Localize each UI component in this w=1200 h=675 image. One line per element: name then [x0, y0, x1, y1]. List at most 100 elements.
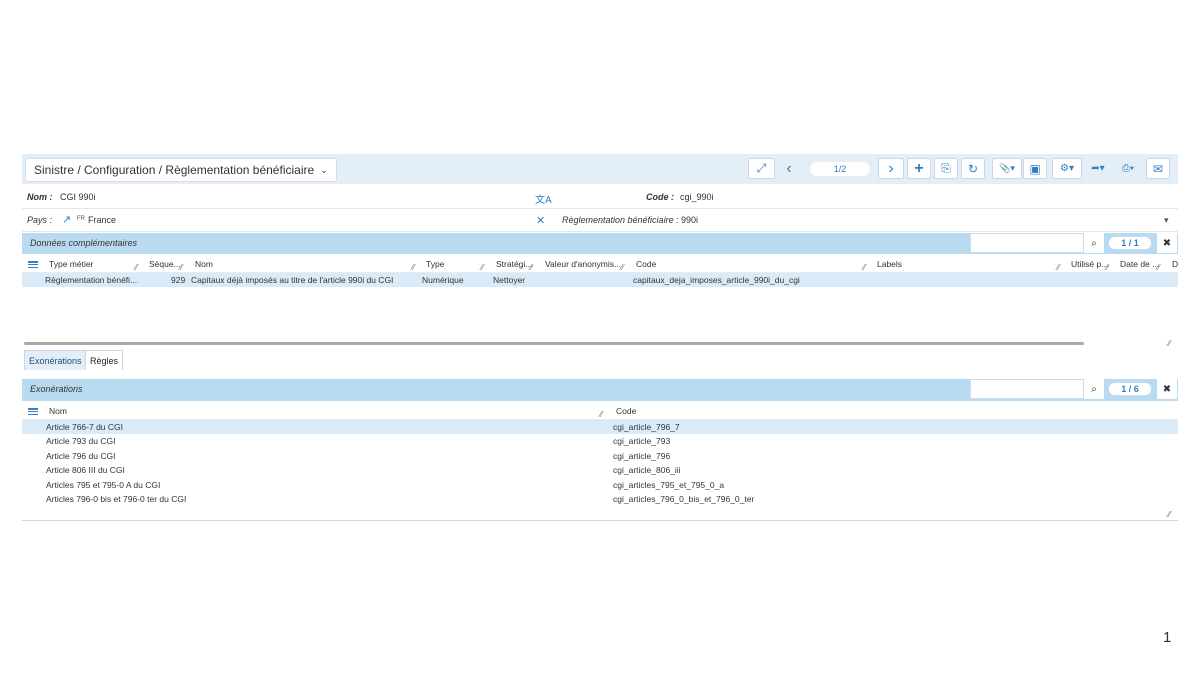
mail-button[interactable]: ✉ — [1146, 158, 1170, 179]
record-count: 1 / 1 — [1108, 236, 1152, 250]
cell-code: cgi_article_806_iii — [613, 465, 681, 475]
donnees-grid-header: Type métier ⁄⁄ Séque... ⁄⁄ Nom ⁄⁄ Type ⁄… — [22, 255, 1178, 273]
refresh-button[interactable]: ↻ — [961, 158, 985, 179]
close-button[interactable]: ✖ — [1157, 379, 1177, 399]
cell-nom: Article 796 du CGI — [46, 451, 116, 461]
cell-code: cgi_article_796 — [613, 451, 671, 461]
search-button[interactable]: ⌕ — [1084, 379, 1104, 399]
column-header[interactable]: Séque... — [149, 259, 181, 269]
pager-text: 1/2 — [833, 164, 847, 174]
plus-icon: + — [914, 159, 924, 177]
close-icon: ✖ — [1162, 383, 1172, 395]
next-button[interactable]: › — [878, 158, 904, 179]
record-count: 1 / 6 — [1108, 382, 1152, 396]
tab-exonerations[interactable]: Exonérations — [24, 350, 87, 370]
exonerations-grid-header: Nom ⁄⁄ Code — [22, 402, 1178, 420]
cell-sequence: 929 — [171, 275, 186, 285]
printer-icon: ⎙▾ — [1121, 163, 1135, 174]
resize-icon[interactable]: ⁄⁄ — [481, 263, 484, 272]
previous-button[interactable]: ‹ — [778, 158, 800, 179]
resize-icon[interactable]: ⁄⁄ — [412, 263, 415, 272]
column-header[interactable]: Nom — [49, 406, 67, 416]
list-item[interactable]: Article 796 du CGI cgi_article_796 — [22, 449, 1178, 463]
save-icon: ⎘ — [941, 161, 951, 175]
breadcrumb-text: Sinistre / Configuration / Règlementatio… — [34, 163, 315, 177]
resize-handle-icon[interactable]: ⁄⁄ — [1168, 510, 1171, 519]
resize-icon[interactable]: ⁄⁄ — [863, 263, 866, 272]
comment-button[interactable]: ▣ — [1023, 158, 1047, 179]
column-menu-icon[interactable] — [28, 261, 38, 268]
search-icon: ⌕ — [1091, 237, 1097, 249]
clear-icon[interactable]: ✕ — [536, 214, 545, 227]
list-item[interactable]: Articles 795 et 795-0 A du CGI cgi_artic… — [22, 478, 1178, 492]
column-header[interactable]: Labels — [877, 259, 902, 269]
column-header[interactable]: D — [1172, 259, 1178, 269]
nom-field[interactable]: CGI 990i — [60, 192, 96, 202]
search-input[interactable] — [970, 233, 1084, 253]
close-icon: ✖ — [1162, 237, 1172, 249]
column-header[interactable]: Date de ... — [1120, 259, 1159, 269]
resize-icon[interactable]: ⁄⁄ — [600, 410, 603, 419]
cell-nom: Article 793 du CGI — [46, 436, 116, 446]
search-button[interactable]: ⌕ — [1084, 233, 1104, 253]
column-header[interactable]: Stratégi... — [496, 259, 532, 269]
resize-icon[interactable]: ⁄⁄ — [180, 263, 183, 272]
tab-regles[interactable]: Règles — [85, 350, 124, 370]
list-item[interactable]: Article 806 III du CGI cgi_article_806_i… — [22, 463, 1178, 477]
tab-label: Exonérations — [29, 355, 82, 366]
translate-icon[interactable]: 文A — [535, 191, 552, 206]
attachment-button[interactable]: 📎▾ — [992, 158, 1022, 179]
cell-nom: Article 806 III du CGI — [46, 465, 125, 475]
close-button[interactable]: ✖ — [1157, 233, 1177, 253]
column-header[interactable]: Utilisé p... — [1071, 259, 1108, 269]
resize-icon[interactable]: ⁄⁄ — [135, 263, 138, 272]
column-header[interactable]: Valeur d'anonymis... — [545, 259, 621, 269]
refresh-icon: ↻ — [967, 161, 979, 176]
expand-button[interactable]: ⤢ — [748, 158, 775, 179]
resize-icon[interactable]: ⁄⁄ — [621, 263, 624, 272]
share-icon: ➦▾ — [1091, 163, 1105, 174]
cell-nom: Article 766-7 du CGI — [46, 422, 124, 432]
list-item[interactable]: Article 766-7 du CGI cgi_article_796_7 — [22, 420, 1178, 434]
reglementation-field[interactable]: 990i — [681, 215, 698, 225]
chevron-down-icon: ⌄ — [320, 164, 328, 175]
table-row[interactable]: Règlementation bénéfi... 929 Capitaux dé… — [22, 273, 1178, 287]
panel-bottom-border — [22, 520, 1178, 521]
pays-label: Pays : — [27, 215, 53, 225]
record-pager: 1/2 — [810, 162, 870, 176]
chevron-down-icon[interactable]: ▾ — [1164, 215, 1169, 226]
print-button[interactable]: ⎙▾ — [1114, 158, 1142, 179]
code-label: Code : — [646, 192, 674, 202]
expand-icon: ⤢ — [756, 161, 767, 175]
search-input[interactable] — [970, 379, 1084, 399]
column-header[interactable]: Code — [636, 259, 656, 269]
column-header[interactable]: Type métier — [49, 259, 93, 269]
exonerations-header: Exonérations ⌕ 1 / 6 ✖ — [22, 379, 1178, 401]
app-window: Sinistre / Configuration / Règlementatio… — [22, 154, 1178, 524]
resize-icon[interactable]: ⁄⁄ — [530, 263, 533, 272]
code-field[interactable]: cgi_990i — [680, 192, 714, 202]
column-header[interactable]: Type — [426, 259, 444, 269]
settings-button[interactable]: ⚙▾ — [1052, 158, 1082, 179]
column-menu-icon[interactable] — [28, 408, 38, 415]
breadcrumb[interactable]: Sinistre / Configuration / Règlementatio… — [25, 158, 337, 182]
panel-title: Données complémentaires — [30, 238, 138, 248]
external-link-icon[interactable]: ↗ — [62, 213, 71, 226]
save-button[interactable]: ⎘ — [934, 158, 958, 179]
horizontal-scrollbar[interactable] — [24, 342, 1084, 345]
mail-icon: ✉ — [1152, 161, 1164, 176]
resize-icon[interactable]: ⁄⁄ — [1057, 263, 1060, 272]
list-item[interactable]: Article 793 du CGI cgi_article_793 — [22, 434, 1178, 448]
chevron-right-icon: › — [888, 159, 894, 177]
pays-field[interactable]: France — [88, 215, 116, 225]
share-button[interactable]: ➦▾ — [1084, 158, 1112, 179]
resize-icon[interactable]: ⁄⁄ — [1106, 263, 1109, 272]
column-header[interactable]: Code — [616, 406, 636, 416]
cell-nom: Articles 795 et 795-0 A du CGI — [46, 480, 161, 490]
add-button[interactable]: + — [907, 158, 931, 179]
resize-icon[interactable]: ⁄⁄ — [1157, 263, 1160, 272]
column-header[interactable]: Nom — [195, 259, 213, 269]
resize-handle-icon[interactable]: ⁄⁄ — [1168, 339, 1171, 348]
list-item[interactable]: Articles 796-0 bis et 796-0 ter du CGI c… — [22, 492, 1178, 506]
form-row-pays-reglementation: Pays : ↗ FR France ✕ Règlementation béné… — [22, 209, 1178, 232]
